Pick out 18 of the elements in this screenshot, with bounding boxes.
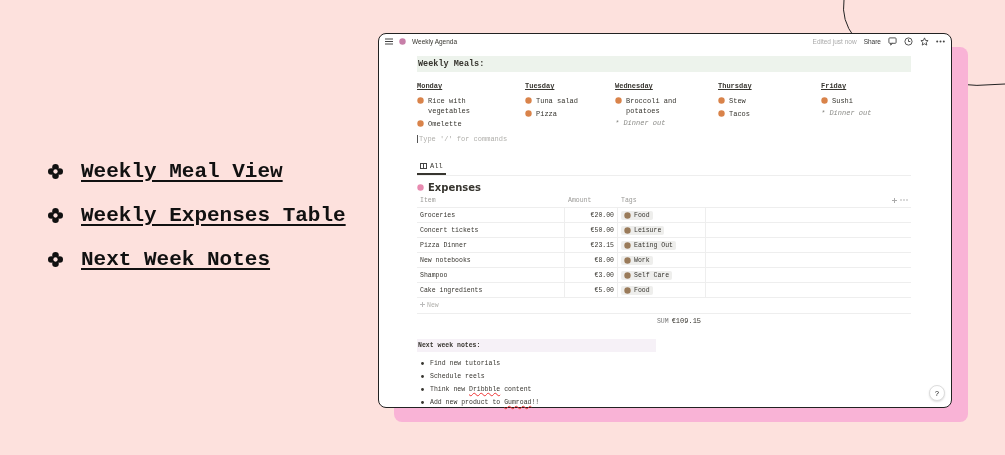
feature-link[interactable]: Next Week Notes	[81, 248, 271, 271]
flower-bullet-icon	[48, 252, 63, 267]
star-icon[interactable]	[920, 36, 929, 46]
flower-bullet-icon	[48, 208, 63, 223]
bullet-icon	[421, 388, 424, 391]
more-icon[interactable]	[936, 39, 945, 43]
meals-heading: Weekly Meals:	[417, 56, 911, 72]
comment-icon[interactable]	[888, 36, 897, 46]
table-title: Expenses	[428, 182, 482, 193]
bullet-icon	[421, 401, 424, 404]
clock-icon[interactable]	[904, 36, 913, 46]
feature-link[interactable]: Weekly Meal View	[81, 160, 283, 183]
table-icon	[420, 163, 427, 169]
menu-icon[interactable]	[385, 37, 393, 45]
flower-bullet-icon	[48, 164, 63, 179]
feature-link[interactable]: Weekly Expenses Table	[81, 204, 346, 227]
bullet-icon	[421, 375, 424, 378]
bullet-icon	[421, 362, 424, 365]
